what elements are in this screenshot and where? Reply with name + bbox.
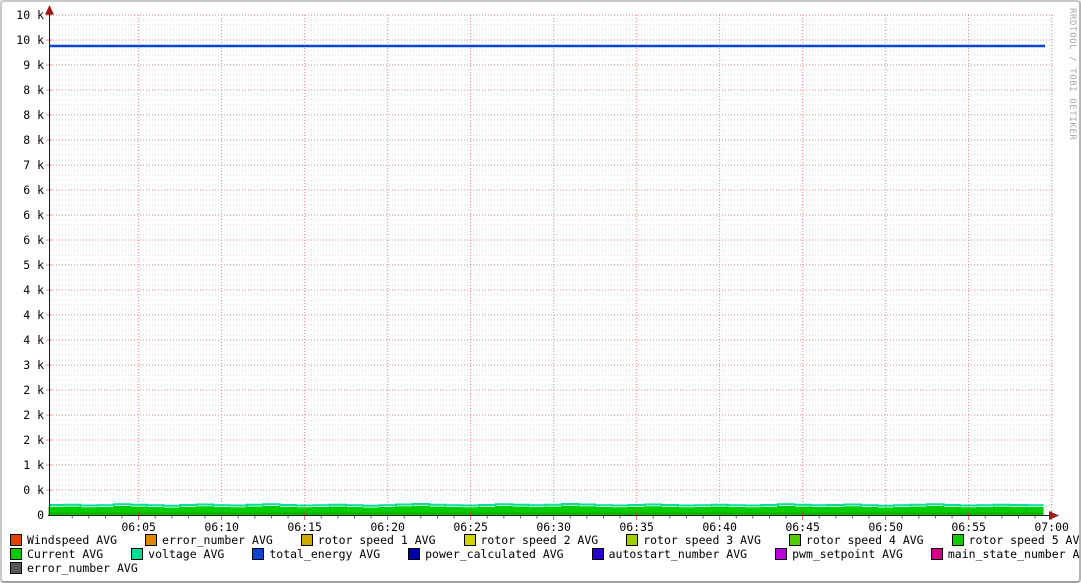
legend-item: rotor speed 5 AVG bbox=[951, 533, 1081, 547]
legend-label: pwm_setpoint AVG bbox=[792, 547, 903, 561]
svg-text:06:25: 06:25 bbox=[453, 520, 488, 534]
svg-text:4 k: 4 k bbox=[23, 308, 44, 322]
legend-item: autostart_number AVG bbox=[591, 547, 748, 561]
svg-text:06:50: 06:50 bbox=[868, 520, 903, 534]
svg-text:06:10: 06:10 bbox=[204, 520, 239, 534]
chart-svg: 10 k 10 k 9 k 8 k 8 k 8 k 7 k 6 k 6 k 6 k 5 k 4 k 4 … bbox=[16, 5, 1069, 534]
legend-color-swatch-icon bbox=[626, 534, 639, 546]
svg-text:06:45: 06:45 bbox=[785, 520, 820, 534]
svg-text:1 k: 1 k bbox=[23, 458, 44, 472]
svg-text:06:55: 06:55 bbox=[951, 520, 986, 534]
svg-text:10 k: 10 k bbox=[16, 8, 44, 22]
legend-label: error_number AVG bbox=[27, 561, 138, 575]
legend-label: rotor speed 1 AVG bbox=[317, 533, 436, 547]
legend-item: rotor speed 4 AVG bbox=[788, 533, 924, 547]
svg-text:06:05: 06:05 bbox=[121, 520, 156, 534]
svg-text:0 k: 0 k bbox=[23, 483, 44, 497]
legend-label: power_calculated AVG bbox=[425, 547, 564, 561]
legend-color-swatch-icon bbox=[788, 534, 801, 546]
legend-item: main_state_number AVG bbox=[930, 547, 1081, 561]
legend-color-swatch-icon bbox=[775, 548, 788, 560]
legend-row: Current AVG voltage AVG total_energy AVG po… bbox=[10, 547, 1079, 561]
legend-item: power_calculated AVG bbox=[408, 547, 564, 561]
legend-item: Windspeed AVG bbox=[10, 533, 117, 547]
legend-label: main_state_number AVG bbox=[947, 547, 1081, 561]
rrdtool-graph: 10 k 10 k 9 k 8 k 8 k 8 k 7 k 6 k 6 k 6 k 5 k 4 k 4 … bbox=[0, 0, 1081, 583]
svg-text:06:30: 06:30 bbox=[536, 520, 571, 534]
legend-color-swatch-icon bbox=[591, 548, 604, 560]
legend: Windspeed AVG error_number AVG rotor speed… bbox=[10, 533, 1079, 575]
legend-item: total_energy AVG bbox=[252, 547, 380, 561]
legend-row: error_number AVG bbox=[10, 561, 1074, 575]
svg-text:6 k: 6 k bbox=[23, 208, 44, 222]
legend-color-swatch-icon bbox=[10, 562, 22, 574]
svg-text:9 k: 9 k bbox=[23, 58, 44, 72]
legend-color-swatch-icon bbox=[951, 534, 964, 546]
svg-text:8 k: 8 k bbox=[23, 133, 44, 147]
legend-label: total_energy AVG bbox=[269, 547, 381, 561]
svg-text:2 k: 2 k bbox=[23, 383, 44, 397]
legend-label: Windspeed AVG bbox=[27, 533, 118, 547]
legend-color-swatch-icon bbox=[10, 534, 22, 546]
legend-label: Current AVG bbox=[27, 547, 104, 561]
legend-color-swatch-icon bbox=[252, 548, 265, 560]
legend-label: error_number AVG bbox=[162, 533, 273, 547]
svg-text:7 k: 7 k bbox=[23, 158, 44, 172]
svg-text:06:15: 06:15 bbox=[287, 520, 322, 534]
svg-text:6 k: 6 k bbox=[23, 233, 44, 247]
svg-text:07:00: 07:00 bbox=[1034, 520, 1069, 534]
legend-color-swatch-icon bbox=[145, 534, 158, 546]
svg-text:2 k: 2 k bbox=[23, 408, 44, 422]
svg-text:4 k: 4 k bbox=[23, 283, 44, 297]
svg-text:0: 0 bbox=[37, 508, 44, 522]
legend-item: rotor speed 1 AVG bbox=[300, 533, 436, 547]
svg-text:3 k: 3 k bbox=[23, 358, 44, 372]
legend-row: Windspeed AVG error_number AVG rotor speed… bbox=[10, 533, 1079, 547]
svg-text:06:20: 06:20 bbox=[370, 520, 405, 534]
legend-color-swatch-icon bbox=[463, 534, 476, 546]
svg-text:8 k: 8 k bbox=[23, 83, 44, 97]
legend-color-swatch-icon bbox=[131, 548, 144, 560]
legend-color-swatch-icon bbox=[10, 548, 22, 560]
svg-text:06:40: 06:40 bbox=[702, 520, 737, 534]
svg-text:10 k: 10 k bbox=[16, 33, 44, 47]
legend-color-swatch-icon bbox=[408, 548, 421, 560]
legend-label: rotor speed 4 AVG bbox=[805, 533, 924, 547]
legend-label: autostart_number AVG bbox=[608, 547, 748, 561]
watermark-text: RRDTOOL / TOBI OETIKER bbox=[1067, 8, 1077, 141]
svg-text:06:35: 06:35 bbox=[619, 520, 654, 534]
svg-text:4 k: 4 k bbox=[23, 333, 44, 347]
legend-color-swatch-icon bbox=[930, 548, 943, 560]
svg-text:8 k: 8 k bbox=[23, 108, 44, 122]
legend-item: error_number AVG bbox=[10, 561, 138, 575]
legend-item: rotor speed 3 AVG bbox=[626, 533, 761, 547]
svg-text:2 k: 2 k bbox=[23, 433, 44, 447]
legend-label: rotor speed 2 AVG bbox=[480, 533, 599, 547]
legend-label: rotor speed 5 AVG bbox=[968, 533, 1081, 547]
legend-label: voltage AVG bbox=[148, 547, 225, 561]
legend-item: error_number AVG bbox=[145, 533, 273, 547]
svg-text:5 k: 5 k bbox=[23, 258, 44, 272]
legend-label: rotor speed 3 AVG bbox=[643, 533, 761, 547]
legend-item: Current AVG bbox=[10, 547, 103, 561]
legend-item: pwm_setpoint AVG bbox=[775, 547, 903, 561]
svg-text:6 k: 6 k bbox=[23, 183, 44, 197]
legend-item: voltage AVG bbox=[131, 547, 224, 561]
legend-item: rotor speed 2 AVG bbox=[463, 533, 599, 547]
legend-color-swatch-icon bbox=[300, 534, 313, 546]
